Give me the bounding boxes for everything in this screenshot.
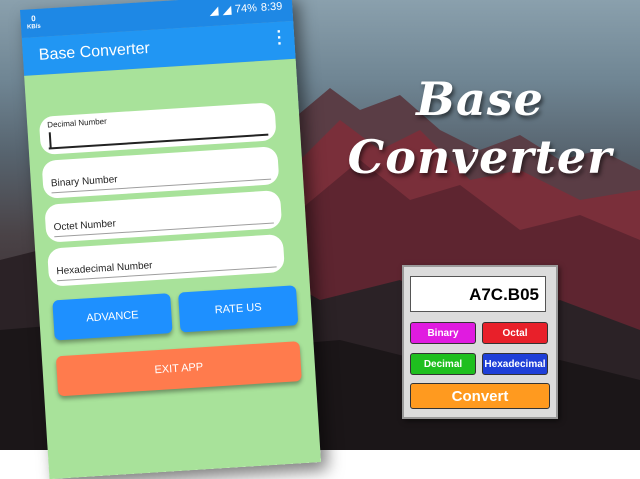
convert-button[interactable]: Convert bbox=[410, 383, 550, 409]
status-icons: 74% 8:39 bbox=[208, 0, 283, 18]
binary-number-field[interactable]: Binary Number bbox=[41, 146, 280, 199]
converter-keypad-widget: A7C.B05 Binary Octal Decimal Hexadecimal… bbox=[402, 265, 558, 419]
hexadecimal-key[interactable]: Hexadecimal bbox=[482, 353, 548, 375]
exit-app-button[interactable]: EXIT APP bbox=[55, 341, 302, 397]
converter-form: Decimal Number Binary Number Octet Numbe… bbox=[24, 58, 321, 479]
net-speed-unit: KB/s bbox=[26, 23, 41, 31]
binary-number-label: Binary Number bbox=[50, 174, 118, 190]
decimal-number-label: Decimal Number bbox=[46, 116, 108, 130]
octal-key[interactable]: Octal bbox=[482, 322, 548, 344]
more-vert-icon[interactable]: · · · bbox=[276, 24, 283, 53]
phone-screen: 0 KB/s 74% 8:39 Base Converter · · · Decim… bbox=[20, 0, 321, 479]
hexadecimal-number-field[interactable]: Hexadecimal Number bbox=[47, 233, 285, 287]
app-title: Base Converter bbox=[38, 39, 151, 64]
rate-us-button[interactable]: RATE US bbox=[178, 285, 299, 333]
advance-button[interactable]: ADVANCE bbox=[52, 293, 173, 341]
promo-title: Base Converter bbox=[340, 70, 620, 186]
decimal-key[interactable]: Decimal bbox=[410, 353, 476, 375]
battery-level: 74% bbox=[234, 2, 258, 16]
octet-number-field[interactable]: Octet Number bbox=[44, 190, 283, 243]
signal-icon bbox=[221, 5, 232, 15]
clock: 8:39 bbox=[260, 0, 283, 14]
text-cursor bbox=[48, 132, 52, 149]
promo-title-line1: Base bbox=[416, 72, 544, 126]
decimal-number-field[interactable]: Decimal Number bbox=[38, 102, 277, 155]
wifi-icon bbox=[208, 6, 219, 16]
binary-key[interactable]: Binary bbox=[410, 322, 476, 344]
network-speed: 0 KB/s bbox=[26, 14, 41, 32]
octet-number-label: Octet Number bbox=[53, 218, 117, 234]
field-underline bbox=[48, 133, 269, 150]
promo-title-line2: Converter bbox=[347, 130, 613, 184]
keypad-display: A7C.B05 bbox=[410, 276, 546, 312]
